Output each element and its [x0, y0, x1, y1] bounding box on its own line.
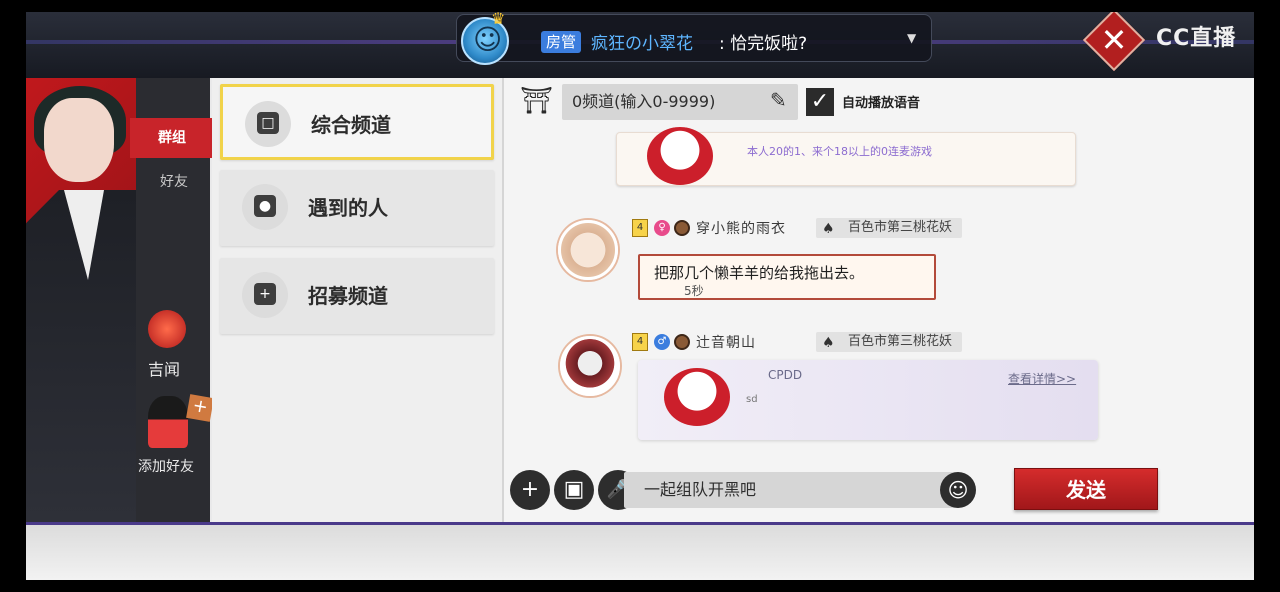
avatar[interactable]	[558, 220, 618, 280]
channel-number-input[interactable]: 0频道(输入0-9999)	[562, 84, 798, 120]
stream-top-bar: ♛ 房管 疯狂の小翠花 : 恰完饭啦? ▼ ✕ CC直播	[26, 12, 1254, 78]
lantern-icon[interactable]	[148, 310, 186, 348]
character-face	[44, 98, 114, 182]
cc-live-logo: CC直播	[1156, 26, 1237, 51]
channel-label: 遇到的人	[308, 196, 388, 220]
channel-general[interactable]: □ 综合频道	[220, 84, 494, 160]
close-button[interactable]: ✕	[1082, 12, 1146, 72]
level-badge: 4	[632, 219, 648, 237]
guild-tag: ♠ 百色市第三桃花妖	[816, 218, 963, 238]
nav-item-friends[interactable]: 好友	[132, 162, 216, 202]
emoji-button[interactable]: ☺	[940, 472, 976, 508]
add-button[interactable]: +	[510, 470, 550, 510]
chat-panel: ⛩ 0频道(输入0-9999) ✎ ✓ 自动播放语音 本人20的1、来个18以上…	[504, 78, 1254, 522]
view-details-link[interactable]: 查看详情>>	[1008, 370, 1076, 387]
auto-voice-checkbox[interactable]: ✓	[806, 88, 834, 116]
voice-transcript: 把那几个懒羊羊的给我拖出去。	[654, 264, 865, 282]
hat-icon: ♠	[822, 221, 835, 237]
close-icon: ✕	[1100, 21, 1128, 59]
card-title: CPDD	[768, 368, 803, 382]
voice-duration: 5秒	[684, 284, 704, 298]
live-user-name: 疯狂の小翠花	[591, 34, 693, 54]
photo-button[interactable]: ▣	[554, 470, 594, 510]
bottom-band	[26, 522, 1254, 580]
chat-icon: □	[245, 101, 291, 147]
channel-label: 招募频道	[308, 284, 388, 308]
channel-label: 综合频道	[311, 113, 391, 137]
pen-icon[interactable]: ✎	[770, 88, 787, 112]
message-bubble: 本人20的1、来个18以上的0连麦游戏	[616, 127, 1076, 186]
live-chat-banner[interactable]: ♛ 房管 疯狂の小翠花 : 恰完饭啦? ▼	[456, 12, 932, 65]
recruit-icon: +	[242, 272, 288, 318]
mascot-icon	[664, 368, 730, 426]
channel-recruit[interactable]: + 招募频道	[220, 258, 494, 334]
ring-icon	[674, 220, 690, 236]
ring-icon	[674, 334, 690, 350]
level-badge: 4	[632, 333, 648, 351]
message-header: 4 ♂ 辻音朝山	[632, 332, 756, 352]
female-icon: ♀	[654, 220, 670, 236]
user-name[interactable]: 穿小熊的雨衣	[696, 221, 786, 237]
message-header: 4 ♀ 穿小熊的雨衣	[632, 218, 786, 238]
chevron-down-icon[interactable]: ▼	[907, 31, 916, 45]
auto-voice-label: 自动播放语音	[842, 96, 921, 111]
user-name[interactable]: 辻音朝山	[696, 335, 756, 351]
card-subtext: sd	[746, 394, 758, 405]
add-friend-character-icon[interactable]	[148, 396, 188, 448]
torii-icon: ⛩	[520, 86, 554, 116]
add-friend-label[interactable]: 添加好友	[138, 456, 194, 476]
person-icon: ●	[242, 184, 288, 230]
role-badge: 房管	[541, 31, 582, 53]
voice-message-bubble[interactable]: 把那几个懒羊羊的给我拖出去。 5秒	[638, 254, 936, 300]
channel-list: □ 综合频道 ● 遇到的人 + 招募频道	[212, 78, 502, 522]
nav-rail: 群组 好友 吉闻 + 添加好友	[130, 78, 214, 522]
hat-icon: ♠	[822, 335, 835, 351]
character-portrait	[26, 78, 136, 522]
mascot-icon	[647, 127, 713, 185]
recruit-card-bubble[interactable]: CPDD 查看详情>> sd	[638, 360, 1098, 440]
game-window: ♛ 房管 疯狂の小翠花 : 恰完饭啦? ▼ ✕ CC直播 群组 好友 吉闻 + …	[26, 12, 1254, 580]
message-text: 本人20的1、来个18以上的0连麦游戏	[747, 145, 932, 158]
plus-icon[interactable]: +	[186, 394, 214, 422]
guild-tag: ♠ 百色市第三桃花妖	[816, 332, 963, 352]
send-button[interactable]: 发送	[1014, 468, 1158, 510]
channel-met-people[interactable]: ● 遇到的人	[220, 170, 494, 246]
live-message: : 恰完饭啦?	[719, 34, 808, 54]
crown-icon: ♛	[491, 12, 506, 28]
lantern-label[interactable]: 吉闻	[148, 356, 180, 380]
nav-item-groups[interactable]: 群组	[130, 118, 214, 158]
male-icon: ♂	[654, 334, 670, 350]
message-input[interactable]: 一起组队开黑吧	[624, 472, 960, 508]
avatar[interactable]	[560, 336, 620, 396]
